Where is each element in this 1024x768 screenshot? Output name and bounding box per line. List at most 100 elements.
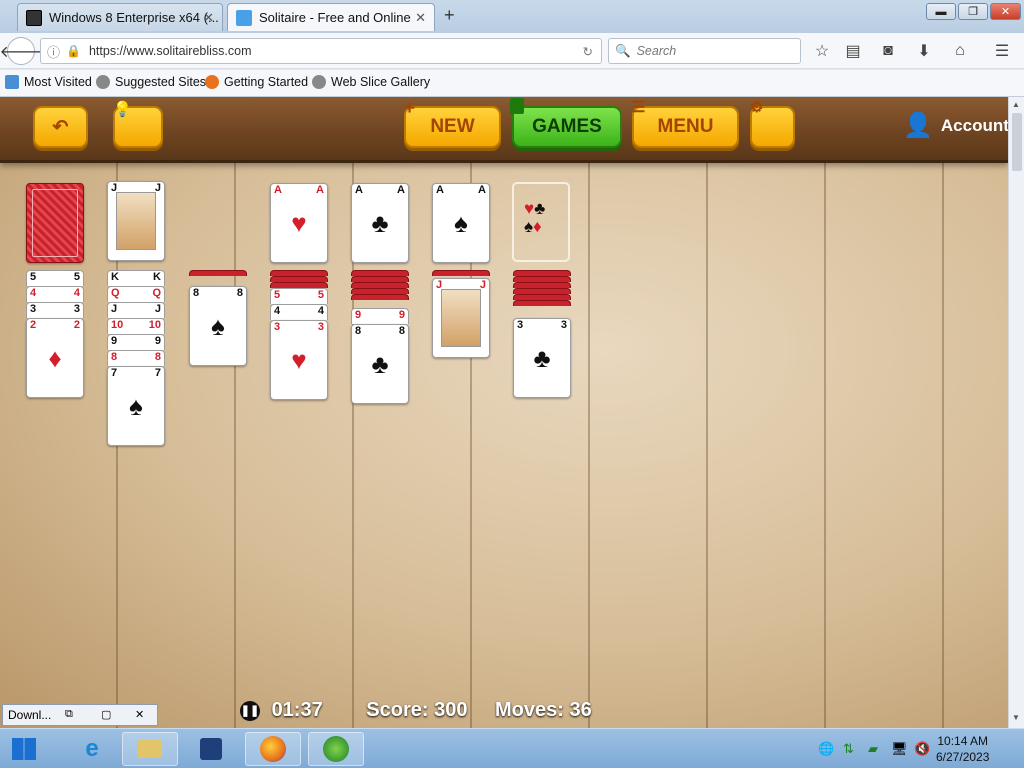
bookmark-web-slice-gallery[interactable]: Web Slice Gallery (312, 75, 430, 89)
media-taskbar-button[interactable] (183, 732, 239, 766)
url-bar[interactable]: ⓘ 🔒 https://www.solitairebliss.com ↻ (40, 38, 602, 64)
monitor-icon[interactable]: 🖥 (891, 741, 908, 757)
sync-icon[interactable]: ⇅ (843, 741, 854, 757)
close-window-button[interactable]: ✕ (990, 3, 1021, 20)
foundation-hearts[interactable]: A A ♥ (270, 183, 328, 263)
card-rank: A (274, 184, 282, 196)
windows-start-icon[interactable] (12, 738, 36, 760)
close-tab-icon[interactable]: ✕ (415, 10, 426, 26)
page-scrollbar[interactable]: ▲ ▼ (1008, 97, 1024, 728)
scroll-up-icon[interactable]: ▲ (1012, 100, 1020, 109)
timer: 01:37 (271, 699, 323, 721)
tableau-card[interactable]: 10 10 (107, 318, 165, 334)
tab-solitaire[interactable]: Solitaire - Free and Online ✕ (227, 3, 435, 31)
restore-button[interactable]: ❐ (958, 3, 988, 20)
lock-icon: 🔒 (66, 44, 81, 58)
tab-windows8[interactable]: Windows 8 Enterprise x64 (... ✕ (17, 3, 223, 31)
reload-icon[interactable]: ↻ (583, 44, 593, 59)
foundation-spades[interactable]: A A ♠ (432, 183, 490, 263)
reading-list-icon[interactable]: ▤ (843, 41, 863, 61)
games-button[interactable]: GAMES (510, 98, 622, 148)
chat-icon[interactable]: ▰ (868, 741, 878, 757)
maximize-icon[interactable]: ▢ (101, 708, 111, 721)
close-tab-icon[interactable]: ✕ (203, 10, 214, 26)
hidden-card (513, 300, 571, 306)
download-panel[interactable]: Downl... ⧉ ▢ ✕ (2, 704, 158, 726)
suits-icon: ♥♣ ♠♦ (524, 199, 546, 236)
explorer-taskbar-button[interactable] (122, 732, 178, 766)
tableau-card[interactable]: 44 (270, 304, 328, 320)
downloads-icon[interactable]: ⬇ (914, 41, 934, 61)
tableau-card[interactable]: 3 3 ♣ (513, 318, 571, 398)
tableau-card[interactable]: 8 8 ♠ (189, 286, 247, 366)
bookmark-label: Getting Started (224, 75, 309, 89)
scroll-thumb[interactable] (1012, 113, 1022, 171)
pause-icon[interactable]: ❚❚ (240, 701, 260, 721)
new-tab-button[interactable]: + (444, 5, 455, 26)
tableau-card[interactable]: 55 (26, 270, 84, 286)
card-rank: A (355, 184, 363, 196)
tableau-card[interactable]: 7 7 ♠ (107, 366, 165, 446)
taskbar: e 🌐 ⇅ ▰ 🖥 🔇 10:14 AM 6/27/2023 (0, 728, 1024, 768)
network-icon[interactable]: 🌐 (818, 741, 834, 757)
tableau-card[interactable]: JJ (107, 302, 165, 318)
pocket-icon[interactable]: ◙ (878, 41, 898, 61)
waste-card[interactable]: J J (107, 181, 165, 261)
download-label: Downl... (8, 708, 52, 722)
volume-muted-icon[interactable]: 🔇 (914, 741, 930, 757)
folder-icon (138, 740, 162, 758)
tableau-card[interactable]: QQ (107, 286, 165, 302)
tab-title: Solitaire - Free and Online (259, 10, 411, 25)
menu-button[interactable]: ☰ MENU (632, 99, 739, 148)
idm-taskbar-button[interactable] (308, 732, 364, 766)
nav-bar: 🡐 ⓘ 🔒 https://www.solitairebliss.com ↻ 🔍… (0, 33, 1024, 69)
tableau-card[interactable]: JJ (432, 278, 490, 358)
hamburger-icon: ☰ (632, 99, 646, 116)
firefox-icon (205, 75, 219, 89)
score: Score: 300 (366, 699, 468, 721)
ie-taskbar-button[interactable]: e (64, 732, 120, 766)
bookmark-suggested-sites[interactable]: Suggested Sites (96, 75, 206, 89)
tableau-card[interactable]: 2 2 ♦ (26, 318, 84, 398)
bookmark-most-visited[interactable]: Most Visited (5, 75, 92, 89)
tableau-card[interactable]: 33 (26, 302, 84, 318)
stock-pile[interactable] (26, 183, 84, 263)
account-button[interactable]: 👤 Account (903, 111, 1008, 140)
bookmark-getting-started[interactable]: Getting Started (205, 75, 308, 89)
firefox-taskbar-button[interactable] (245, 732, 301, 766)
tableau-card[interactable]: 55 (270, 288, 328, 304)
tableau-card[interactable]: 99 (351, 308, 409, 324)
tableau-card[interactable]: 8 8 ♣ (351, 324, 409, 404)
search-field[interactable]: 🔍 Search (608, 38, 801, 64)
info-icon[interactable]: ⓘ (47, 42, 60, 61)
settings-button[interactable]: ⚙ (750, 99, 795, 148)
close-icon[interactable]: ✕ (135, 708, 144, 721)
new-game-button[interactable]: + NEW (404, 98, 501, 148)
jack-face (116, 192, 156, 250)
card-rank: A (397, 184, 405, 196)
tableau-card[interactable]: 3 3 ♥ (270, 320, 328, 400)
clock-date: 6/27/2023 (936, 750, 990, 764)
system-clock[interactable]: 10:14 AM 6/27/2023 (936, 733, 989, 765)
game-status: ❚❚ 01:37 Score: 300 Moves: 36 (240, 699, 592, 722)
url-text[interactable]: https://www.solitairebliss.com (89, 44, 252, 58)
tableau-card[interactable]: 88 (107, 350, 165, 366)
tableau-card[interactable]: 44 (26, 286, 84, 302)
undo-button[interactable]: ↶ (33, 106, 88, 148)
bookmark-star-icon[interactable]: ☆ (812, 41, 832, 61)
minimize-button[interactable]: ▬ (926, 3, 956, 20)
lightbulb-icon: 💡 (113, 101, 132, 118)
restore-icon[interactable]: ⧉ (65, 708, 73, 721)
scroll-down-icon[interactable]: ▼ (1012, 713, 1020, 722)
tableau-card[interactable]: KK (107, 270, 165, 286)
bookmarks-bar: Most Visited Suggested Sites Getting Sta… (0, 70, 1024, 97)
foundation-empty[interactable]: ♥♣ ♠♦ (512, 182, 570, 262)
menu-icon[interactable]: ☰ (992, 41, 1012, 61)
hint-button[interactable]: 💡 (113, 101, 163, 148)
tableau-card[interactable]: 99 (107, 334, 165, 350)
back-button[interactable]: 🡐 (0, 37, 42, 65)
home-icon[interactable]: ⌂ (950, 41, 970, 61)
foundation-clubs[interactable]: A A ♣ (351, 183, 409, 263)
spade-icon: ♠ (454, 208, 468, 238)
bookmark-label: Web Slice Gallery (331, 75, 431, 89)
